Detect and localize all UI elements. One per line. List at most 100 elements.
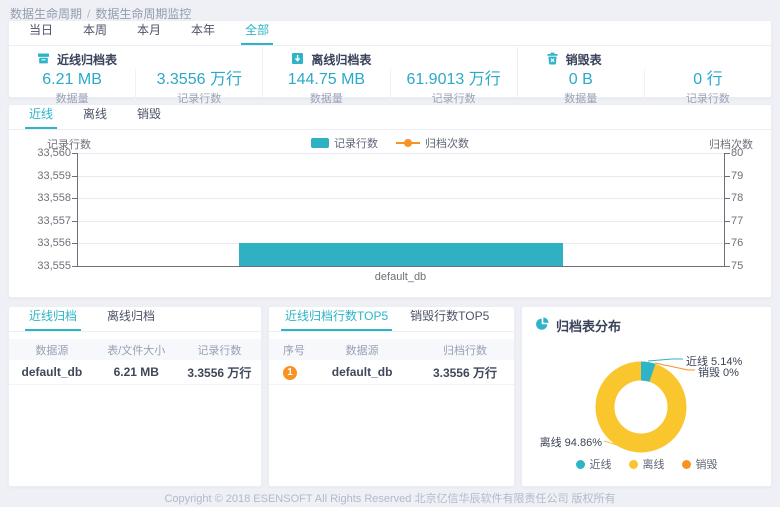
metric-value: 61.9013 万行 (391, 70, 517, 89)
data-lifecycle-dashboard: 数据生命周期/数据生命周期监控 当日 本周 本月 本年 全部 近线归档表 6.2… (0, 0, 780, 507)
rank-badge: 1 (283, 366, 297, 380)
tab-period-month[interactable]: 本月 (133, 17, 165, 45)
cell-rows: 3.3556 万行 (178, 364, 261, 381)
legend-dot-teal (576, 460, 585, 469)
tab-period-all[interactable]: 全部 (241, 17, 273, 45)
metric-value: 0 B (518, 70, 644, 89)
tab-trend-offline[interactable]: 离线 (79, 101, 111, 129)
stat-card-title: 近线归档表 (57, 51, 117, 68)
y-axis-tick-label: 33,555 (15, 260, 71, 272)
period-tabs: 当日 本周 本月 本年 全部 (9, 21, 771, 46)
gridline (77, 176, 724, 177)
metric-offline-rows: 61.9013 万行 记录行数 (390, 69, 517, 106)
bar-default-db (239, 243, 563, 266)
legend-item-bar[interactable]: 记录行数 (311, 135, 378, 151)
column-header: 数据源 (9, 342, 95, 358)
trend-tabs: 近线 离线 销毁 (9, 105, 771, 130)
tab-archive-offline[interactable]: 离线归档 (103, 303, 159, 331)
stat-cards: 近线归档表 6.21 MB 数据量 3.3556 万行 记录行数 (9, 47, 771, 98)
archive-trend-panel: 近线 离线 销毁 记录行数 归档次数 记录行数 归档次数 (8, 104, 772, 298)
legend-dot-yellow (629, 460, 638, 469)
y-axis-tick-label: 76 (731, 237, 761, 249)
tab-trend-nearline[interactable]: 近线 (25, 101, 57, 129)
offline-archive-icon (291, 52, 304, 68)
nearline-archive-icon (37, 52, 50, 68)
top5-tabs: 近线归档行数TOP5 销毁行数TOP5 (269, 307, 514, 332)
table-row: default_db 6.21 MB 3.3556 万行 (9, 360, 261, 385)
column-header: 表/文件大小 (95, 342, 178, 358)
tick-mark (725, 176, 730, 177)
gridline (77, 198, 724, 199)
right-y-axis-line (724, 153, 725, 267)
cell-datasource: default_db (9, 365, 95, 379)
tick-mark (725, 221, 730, 222)
tab-period-year[interactable]: 本年 (187, 17, 219, 45)
metric-destroy-size: 0 B 数据量 (518, 69, 644, 106)
metric-value: 6.21 MB (9, 70, 135, 89)
archive-distribution-panel: 归档表分布 近线 5.14% 销毁 0% 离线 94.86% 近线 离线 销毁 (521, 306, 772, 487)
metric-value: 3.3556 万行 (136, 70, 262, 89)
tick-mark (72, 176, 77, 177)
table-header-row: 序号 数据源 归档行数 (269, 339, 514, 360)
archive-table-tabs: 近线归档 离线归档 (9, 307, 261, 332)
legend-label: 归档次数 (425, 135, 469, 151)
stat-card-destroy: 销毁表 0 B 数据量 0 行 记录行数 (517, 47, 771, 98)
line-swatch (396, 138, 420, 148)
y-axis-tick-label: 75 (731, 260, 761, 272)
copyright-footer: Copyright © 2018 ESENSOFT All Rights Res… (0, 490, 780, 506)
legend-item-nearline[interactable]: 近线 (576, 456, 612, 472)
tick-mark (725, 198, 730, 199)
chart-legend: 记录行数 归档次数 (9, 135, 771, 151)
legend-item-offline[interactable]: 离线 (629, 456, 665, 472)
y-axis-tick-label: 33,557 (15, 215, 71, 227)
legend-label: 近线 (590, 456, 612, 472)
y-axis-tick-label: 33,559 (15, 170, 71, 182)
column-header: 序号 (269, 342, 308, 358)
pie-slice-offline (605, 371, 677, 443)
cell-size: 6.21 MB (95, 365, 178, 379)
tab-archive-nearline[interactable]: 近线归档 (25, 303, 81, 331)
legend-dot-orange (682, 460, 691, 469)
legend-label: 离线 (643, 456, 665, 472)
tab-period-today[interactable]: 当日 (25, 17, 57, 45)
metric-value: 144.75 MB (263, 70, 389, 89)
y-axis-tick-label: 78 (731, 192, 761, 204)
table-row: 1 default_db 3.3556 万行 (269, 360, 514, 385)
table-header-row: 数据源 表/文件大小 记录行数 (9, 339, 261, 360)
legend-label: 销毁 (696, 456, 718, 472)
cell-datasource: default_db (308, 365, 416, 379)
tick-mark (725, 243, 730, 244)
gridline (77, 221, 724, 222)
stat-card-nearline: 近线归档表 6.21 MB 数据量 3.3556 万行 记录行数 (9, 47, 262, 98)
column-header: 记录行数 (178, 342, 261, 358)
tick-mark (72, 243, 77, 244)
y-axis-tick-label: 77 (731, 215, 761, 227)
tick-mark (72, 153, 77, 154)
tick-mark (72, 266, 77, 267)
legend-label: 记录行数 (334, 135, 378, 151)
stat-card-title: 离线归档表 (311, 51, 371, 68)
tab-top5-nearline[interactable]: 近线归档行数TOP5 (281, 303, 392, 331)
metric-value: 0 行 (645, 70, 771, 89)
gridline (77, 153, 724, 154)
y-axis-tick-label: 33,556 (15, 237, 71, 249)
callout-line-nearline (648, 359, 683, 361)
tab-top5-destroy[interactable]: 销毁行数TOP5 (406, 303, 493, 331)
destroy-table-icon (546, 52, 559, 68)
tick-mark (725, 153, 730, 154)
y-axis-tick-label: 33,558 (15, 192, 71, 204)
tab-period-week[interactable]: 本周 (79, 17, 111, 45)
y-axis-tick-label: 80 (731, 147, 761, 159)
callout-destroy: 销毁 0% (698, 364, 739, 380)
column-header: 归档行数 (416, 342, 514, 358)
left-y-axis-line (77, 153, 78, 267)
column-header: 数据源 (308, 342, 416, 358)
metric-offline-size: 144.75 MB 数据量 (263, 69, 389, 106)
archive-table-panel: 近线归档 离线归档 数据源 表/文件大小 记录行数 default_db 6.2… (8, 306, 262, 487)
legend-item-line[interactable]: 归档次数 (396, 135, 469, 151)
y-axis-tick-label: 79 (731, 170, 761, 182)
tab-trend-destroy[interactable]: 销毁 (133, 101, 165, 129)
bar-swatch (311, 138, 329, 148)
summary-panel: 当日 本周 本月 本年 全部 近线归档表 6.21 MB 数据量 (8, 20, 772, 98)
legend-item-destroy[interactable]: 销毁 (682, 456, 718, 472)
